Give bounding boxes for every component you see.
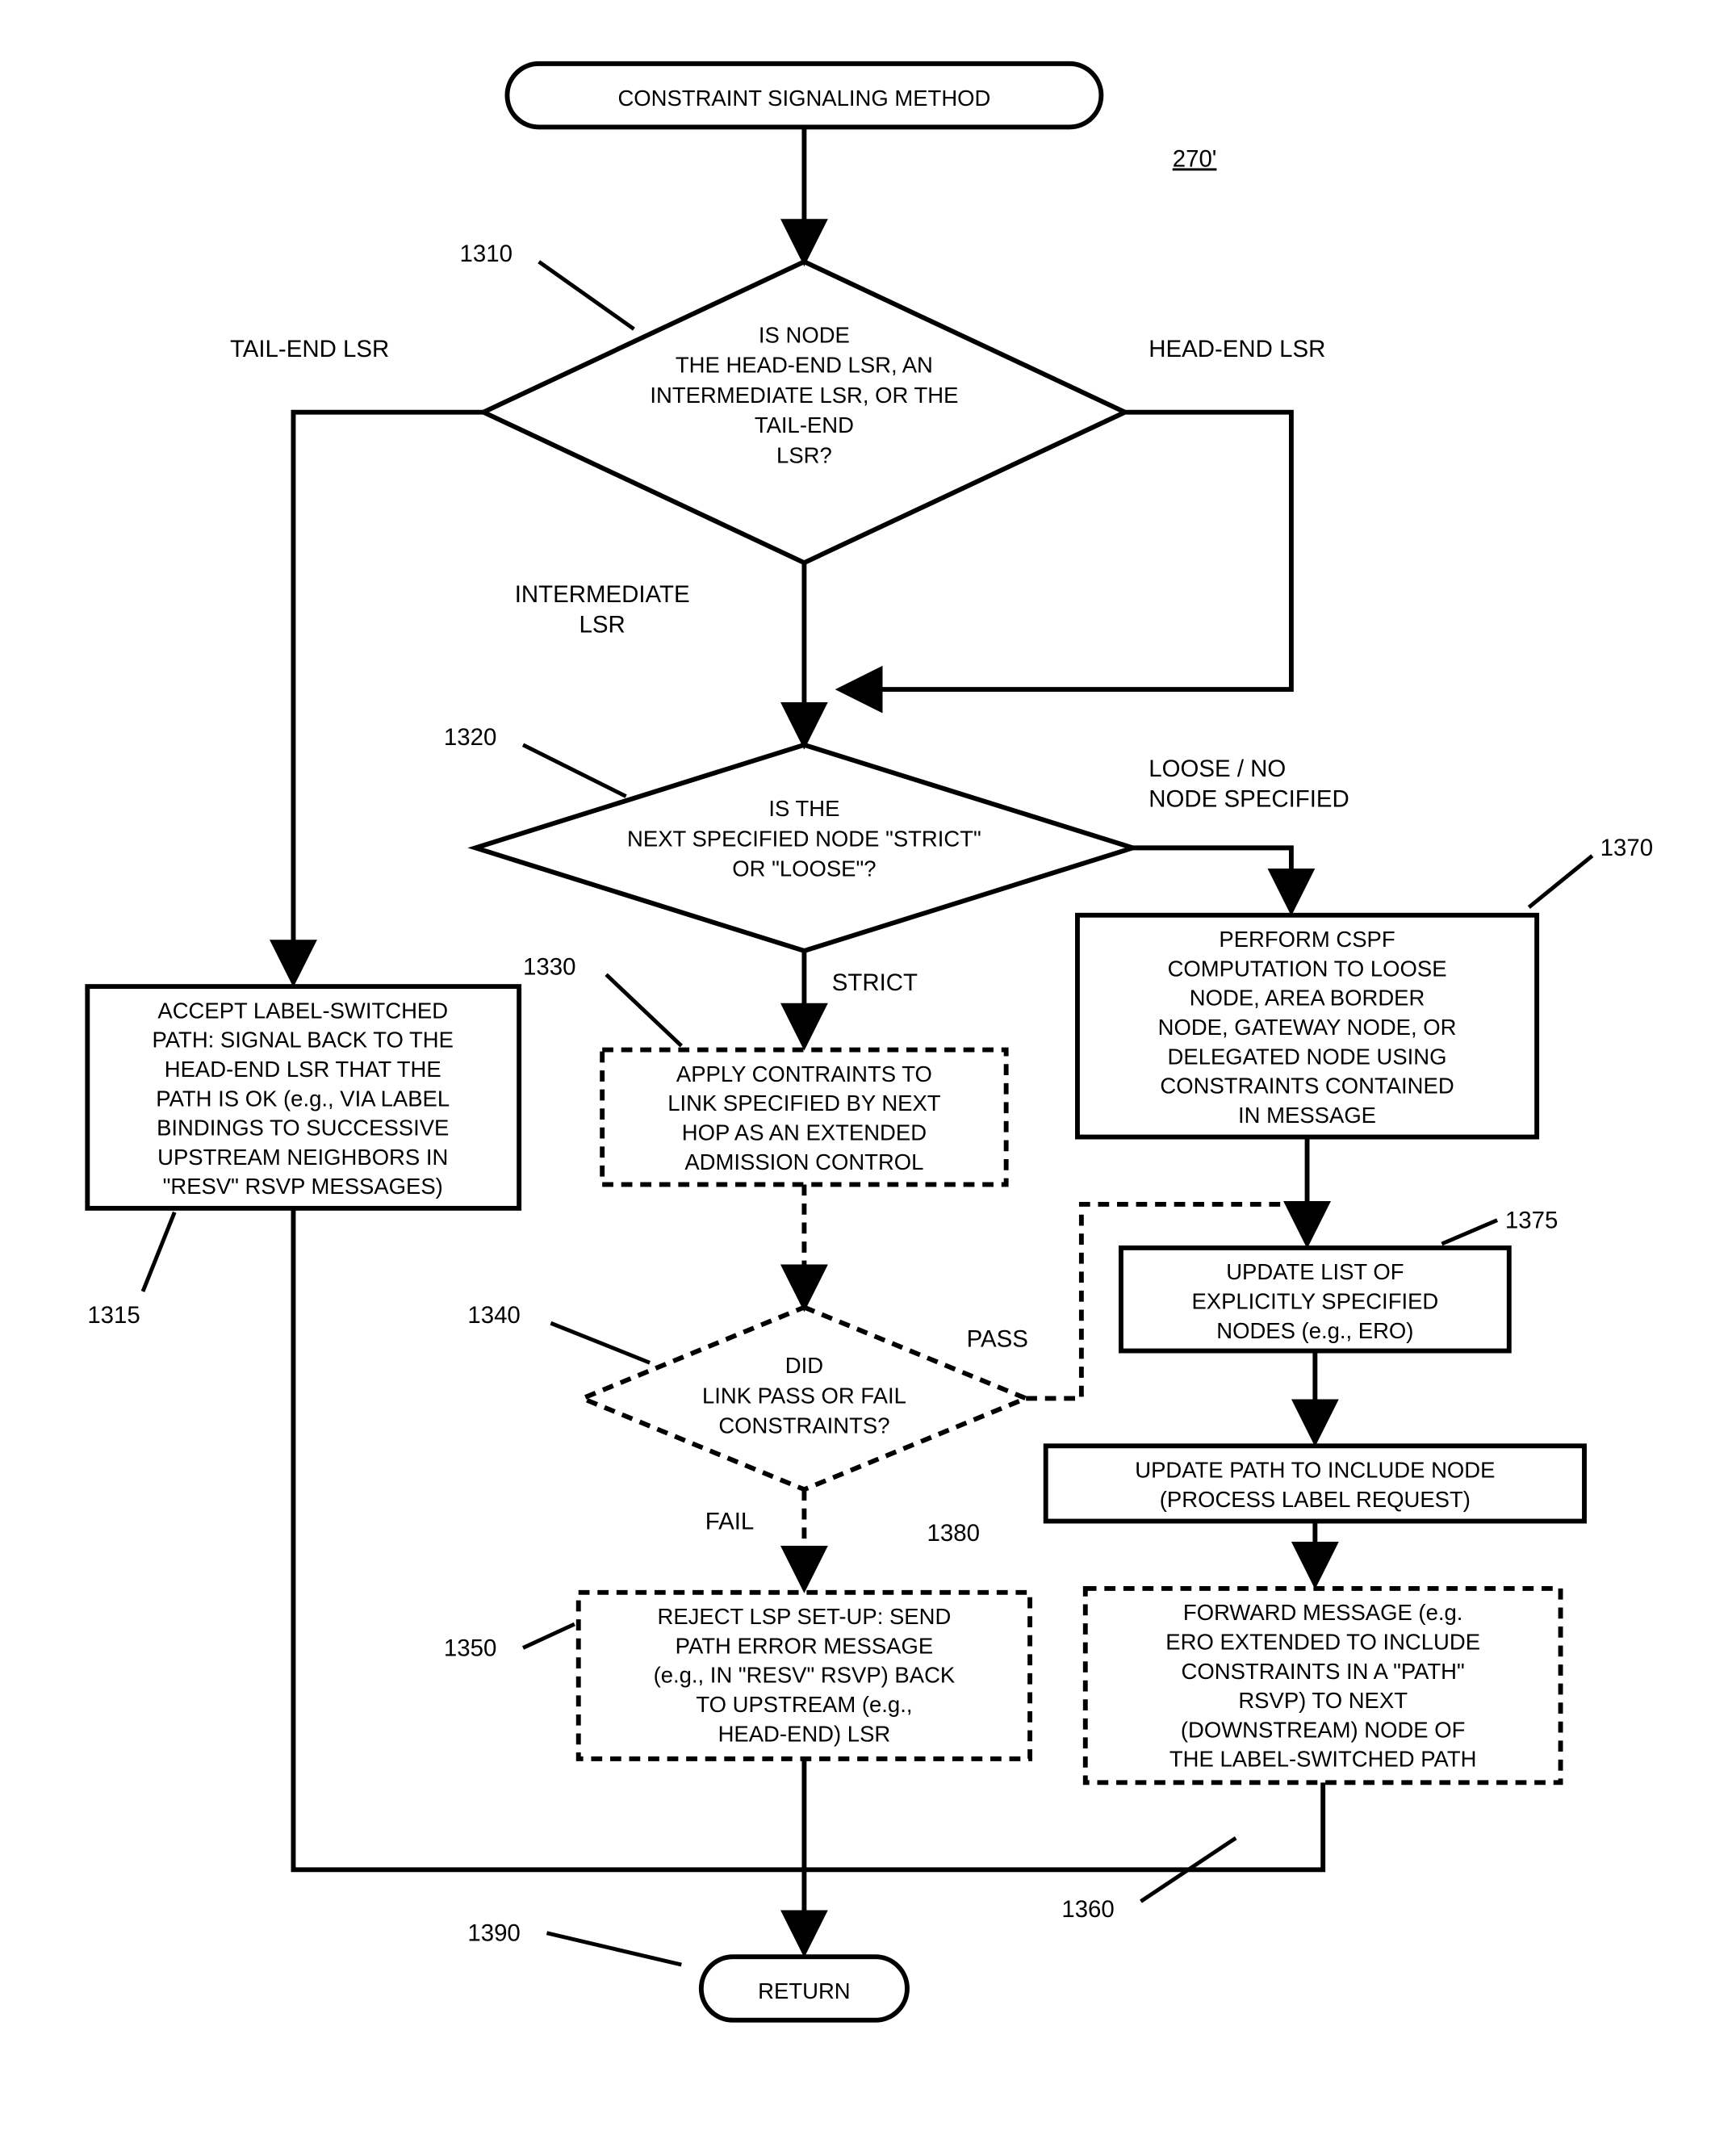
callout-1310: 1310: [460, 241, 513, 267]
callout-1370: 1370: [1600, 835, 1653, 861]
process-1315: ACCEPT LABEL-SWITCHED PATH: SIGNAL BACK …: [87, 986, 519, 1208]
svg-text:"RESV" RSVP MESSAGES): "RESV" RSVP MESSAGES): [163, 1174, 443, 1199]
callout-1315: 1315: [87, 1302, 140, 1329]
terminal-return: RETURN: [701, 1957, 907, 2020]
svg-text:DELEGATED NODE USING: DELEGATED NODE USING: [1168, 1044, 1447, 1069]
svg-text:LOOSE / NO: LOOSE / NO: [1149, 756, 1286, 782]
decision-1310: IS NODE THE HEAD-END LSR, AN INTERMEDIAT…: [483, 262, 1125, 563]
callout-1350: 1350: [444, 1635, 496, 1661]
svg-text:INTERMEDIATE LSR, OR THE: INTERMEDIATE LSR, OR THE: [650, 383, 958, 408]
svg-text:DID: DID: [785, 1353, 823, 1378]
svg-text:ACCEPT LABEL-SWITCHED: ACCEPT LABEL-SWITCHED: [157, 998, 448, 1023]
decision-1320: IS THE NEXT SPECIFIED NODE "STRICT" OR "…: [475, 745, 1132, 951]
svg-text:EXPLICITLY SPECIFIED: EXPLICITLY SPECIFIED: [1191, 1289, 1438, 1314]
svg-text:THE LABEL-SWITCHED PATH: THE LABEL-SWITCHED PATH: [1169, 1747, 1477, 1772]
process-1370: PERFORM CSPF COMPUTATION TO LOOSE NODE, …: [1077, 915, 1537, 1137]
process-1360: FORWARD MESSAGE (e.g. ERO EXTENDED TO IN…: [1086, 1589, 1561, 1782]
svg-text:UPDATE LIST OF: UPDATE LIST OF: [1226, 1259, 1404, 1284]
svg-text:APPLY CONTRAINTS TO: APPLY CONTRAINTS TO: [676, 1061, 932, 1086]
svg-text:ADMISSION CONTROL: ADMISSION CONTROL: [684, 1149, 923, 1174]
svg-text:PERFORM CSPF: PERFORM CSPF: [1219, 927, 1395, 952]
svg-text:NODE SPECIFIED: NODE SPECIFIED: [1149, 785, 1349, 812]
decision-1340: DID LINK PASS OR FAIL CONSTRAINTS?: [583, 1308, 1027, 1490]
svg-text:(e.g., IN "RESV" RSVP) BACK: (e.g., IN "RESV" RSVP) BACK: [654, 1663, 956, 1688]
svg-text:(PROCESS LABEL REQUEST): (PROCESS LABEL REQUEST): [1160, 1487, 1471, 1512]
svg-text:NEXT SPECIFIED NODE "STRICT": NEXT SPECIFIED NODE "STRICT": [627, 826, 981, 851]
svg-text:PATH IS OK (e.g., VIA LABEL: PATH IS OK (e.g., VIA LABEL: [156, 1086, 450, 1111]
branch-pass: PASS: [967, 1326, 1028, 1353]
svg-text:TAIL-END: TAIL-END: [755, 412, 854, 437]
svg-text:NODES (e.g., ERO): NODES (e.g., ERO): [1216, 1318, 1413, 1343]
svg-text:LINK SPECIFIED BY NEXT: LINK SPECIFIED BY NEXT: [667, 1091, 941, 1116]
svg-text:LINK PASS OR FAIL: LINK PASS OR FAIL: [702, 1383, 906, 1408]
svg-text:IN MESSAGE: IN MESSAGE: [1238, 1103, 1376, 1128]
branch-fail: FAIL: [705, 1508, 755, 1534]
svg-text:RSVP) TO NEXT: RSVP) TO NEXT: [1238, 1688, 1408, 1713]
svg-text:COMPUTATION TO LOOSE: COMPUTATION TO LOOSE: [1168, 956, 1447, 981]
callout-1380: 1380: [927, 1520, 980, 1547]
svg-text:REJECT LSP SET-UP: SEND: REJECT LSP SET-UP: SEND: [657, 1604, 951, 1629]
svg-text:HEAD-END) LSR: HEAD-END) LSR: [718, 1721, 891, 1746]
svg-text:TO UPSTREAM (e.g.,: TO UPSTREAM (e.g.,: [696, 1692, 912, 1717]
callout-1330: 1330: [523, 953, 575, 980]
svg-text:NODE, AREA BORDER: NODE, AREA BORDER: [1190, 986, 1425, 1011]
return-label: RETURN: [758, 1978, 850, 2003]
callout-1340: 1340: [467, 1302, 520, 1329]
svg-text:CONSTRAINTS IN A "PATH": CONSTRAINTS IN A "PATH": [1182, 1659, 1465, 1684]
process-1350: REJECT LSP SET-UP: SEND PATH ERROR MESSA…: [579, 1593, 1030, 1759]
svg-text:CONSTRAINTS CONTAINED: CONSTRAINTS CONTAINED: [1160, 1074, 1454, 1099]
svg-text:THE HEAD-END LSR, AN: THE HEAD-END LSR, AN: [676, 353, 933, 378]
flowchart: CONSTRAINT SIGNALING METHOD 270' IS NODE…: [16, 16, 1712, 2132]
svg-text:(DOWNSTREAM) NODE OF: (DOWNSTREAM) NODE OF: [1181, 1717, 1466, 1742]
branch-strict: STRICT: [832, 969, 918, 996]
callout-1360: 1360: [1061, 1896, 1114, 1923]
callout-1390: 1390: [467, 1920, 520, 1947]
svg-text:CONSTRAINTS?: CONSTRAINTS?: [718, 1413, 889, 1438]
svg-text:OR "LOOSE"?: OR "LOOSE"?: [732, 856, 876, 881]
svg-text:PATH ERROR MESSAGE: PATH ERROR MESSAGE: [676, 1633, 934, 1658]
svg-text:LSR: LSR: [579, 611, 626, 638]
svg-text:LSR?: LSR?: [776, 442, 832, 467]
branch-tail: TAIL-END LSR: [230, 336, 389, 362]
svg-text:INTERMEDIATE: INTERMEDIATE: [515, 581, 690, 608]
terminal-start: CONSTRAINT SIGNALING METHOD: [507, 64, 1101, 128]
start-label: CONSTRAINT SIGNALING METHOD: [617, 86, 990, 111]
svg-text:IS NODE: IS NODE: [759, 322, 850, 347]
svg-text:HEAD-END LSR THAT THE: HEAD-END LSR THAT THE: [165, 1057, 441, 1082]
svg-text:HOP AS AN EXTENDED: HOP AS AN EXTENDED: [682, 1120, 927, 1145]
ref-label: 270': [1173, 145, 1217, 172]
svg-text:UPDATE PATH TO INCLUDE NODE: UPDATE PATH TO INCLUDE NODE: [1135, 1458, 1495, 1483]
process-1330: APPLY CONTRAINTS TO LINK SPECIFIED BY NE…: [602, 1050, 1006, 1185]
process-1375: UPDATE LIST OF EXPLICITLY SPECIFIED NODE…: [1121, 1248, 1509, 1351]
svg-text:BINDINGS TO SUCCESSIVE: BINDINGS TO SUCCESSIVE: [157, 1116, 449, 1141]
svg-text:ERO EXTENDED TO INCLUDE: ERO EXTENDED TO INCLUDE: [1165, 1629, 1480, 1654]
svg-text:FORWARD MESSAGE (e.g.: FORWARD MESSAGE (e.g.: [1183, 1600, 1462, 1625]
process-1380: UPDATE PATH TO INCLUDE NODE (PROCESS LAB…: [1046, 1446, 1584, 1521]
svg-text:PATH: SIGNAL BACK TO THE: PATH: SIGNAL BACK TO THE: [152, 1028, 453, 1053]
branch-head: HEAD-END LSR: [1149, 336, 1325, 362]
svg-text:NODE, GATEWAY NODE, OR: NODE, GATEWAY NODE, OR: [1158, 1015, 1457, 1040]
svg-text:IS THE: IS THE: [768, 796, 839, 821]
callout-1375: 1375: [1505, 1207, 1558, 1233]
svg-text:UPSTREAM NEIGHBORS IN: UPSTREAM NEIGHBORS IN: [157, 1145, 448, 1170]
callout-1320: 1320: [444, 724, 496, 751]
